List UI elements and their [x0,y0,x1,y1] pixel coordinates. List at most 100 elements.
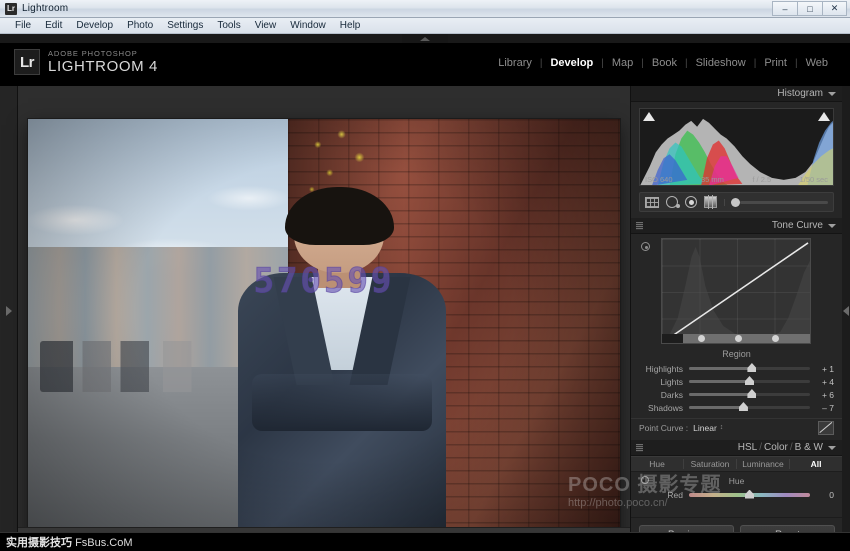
identity-plate[interactable]: Lr ADOBE PHOTOSHOP LIGHTROOM 4 [14,49,158,75]
slider-label: Highlights [639,364,689,374]
identity-text: ADOBE PHOTOSHOP LIGHTROOM 4 [48,50,158,75]
region-split-midtones[interactable] [735,335,742,342]
slider-track[interactable] [689,367,810,370]
tone-curve-line[interactable] [662,239,810,344]
slider-knob[interactable] [745,490,754,499]
statusbar-text: 实用摄影技巧 FsBus.CoM [0,534,139,550]
histogram-metadata: ISO 640 35 mm f / 2.5 1/50 sec [640,175,833,184]
slider-hue-red[interactable]: Red 0 [631,488,842,501]
edit-point-curve-button[interactable] [818,421,834,435]
slider-knob[interactable] [747,363,756,372]
identity-superline: ADOBE PHOTOSHOP [48,50,158,58]
slider-track[interactable] [689,393,810,396]
module-library[interactable]: Library [490,57,540,69]
right-panel-toggle[interactable] [842,86,850,551]
slider-fill [689,367,752,370]
slider-value: – 7 [810,403,834,413]
window-titlebar: Lr Lightroom – □ ✕ [0,0,850,18]
chevron-down-icon[interactable] [828,446,836,450]
photo-vignette [28,119,620,546]
tab-saturation[interactable]: Saturation [683,459,736,469]
spot-removal-tool[interactable] [666,196,678,208]
left-panel-toggle[interactable] [0,86,18,551]
hsl-tab-bar: Hue Saturation Luminance All [631,456,842,472]
slider-shadows[interactable]: Shadows – 7 [631,401,842,414]
slider-track[interactable] [689,406,810,409]
maximize-icon[interactable]: □ [797,1,822,16]
targeted-adjustment-icon[interactable] [641,476,649,484]
hsl-label[interactable]: HSL [738,442,757,453]
point-curve-value[interactable]: Linear [693,423,717,433]
slider-track[interactable] [689,493,810,497]
menu-item-edit[interactable]: Edit [38,19,69,33]
title-separator: / [788,442,795,453]
chevron-down-icon[interactable] [828,224,836,228]
point-curve-row[interactable]: Point Curve : Linear ↕ [631,418,842,436]
adjustment-brush-tool[interactable] [724,199,828,206]
photo-preview[interactable]: 570599 [28,119,620,546]
crop-grid-icon [645,197,659,208]
chevron-up-icon [420,37,430,41]
slider-lights[interactable]: Lights + 4 [631,375,842,388]
region-split-shadows[interactable] [698,335,705,342]
close-icon[interactable]: ✕ [822,1,847,16]
hsl-panel-header[interactable]: HSL/Color/B & W [631,440,842,456]
module-book[interactable]: Book [644,57,685,69]
slider-knob[interactable] [745,376,754,385]
menu-item-file[interactable]: File [8,19,38,33]
color-label[interactable]: Color [764,442,788,453]
point-curve-chevron-icon[interactable]: ↕ [720,424,724,431]
module-picker: Library | Develop | Map | Book | Slidesh… [490,57,836,69]
module-map[interactable]: Map [604,57,641,69]
histogram-panel-header[interactable]: Histogram [631,86,842,102]
shadow-clipping-indicator-icon[interactable] [643,112,655,121]
identity-title: LIGHTROOM 4 [48,59,158,74]
slider-knob[interactable] [747,389,756,398]
module-slideshow[interactable]: Slideshow [688,57,754,69]
hsl-section-title: Hue [729,476,745,486]
menu-item-tools[interactable]: Tools [210,19,247,33]
tone-curve-graph[interactable] [661,238,811,344]
slider-knob[interactable] [739,402,748,411]
panel-switch-icon[interactable] [636,444,643,452]
panel-switch-icon[interactable] [636,222,643,230]
module-develop[interactable]: Develop [542,57,601,69]
menu-item-help[interactable]: Help [333,19,368,33]
tab-hue[interactable]: Hue [631,459,683,469]
graduated-filter-icon [704,196,717,208]
graduated-filter-tool[interactable] [704,196,717,208]
window-title: Lightroom [22,3,68,14]
slider-highlights[interactable]: Highlights + 1 [631,362,842,375]
menu-item-view[interactable]: View [248,19,284,33]
menu-item-settings[interactable]: Settings [160,19,210,33]
module-web[interactable]: Web [798,57,836,69]
slider-fill [689,380,750,383]
slider-value: + 1 [810,364,834,374]
targeted-adjustment-icon[interactable] [641,242,650,251]
crop-overlay-tool[interactable] [645,197,659,208]
chevron-down-icon[interactable] [828,92,836,96]
tone-curve-panel-header[interactable]: Tone Curve [631,218,842,234]
region-split-highlights[interactable] [772,335,779,342]
histogram-graph[interactable]: ISO 640 35 mm f / 2.5 1/50 sec [639,108,834,186]
red-eye-tool[interactable] [685,196,697,208]
histogram-panel-title: Histogram [777,88,823,99]
minimize-icon[interactable]: – [772,1,797,16]
metadata-iso: ISO 640 [645,175,673,184]
point-curve-label: Point Curve : [639,423,688,433]
slider-darks[interactable]: Darks + 6 [631,388,842,401]
menu-item-develop[interactable]: Develop [69,19,120,33]
title-separator: / [757,442,764,453]
brush-size-slider[interactable] [740,201,828,204]
hsl-section-label: Hue [631,472,842,488]
menu-item-window[interactable]: Window [283,19,333,33]
slider-value: 0 [810,490,834,500]
bw-label[interactable]: B & W [795,442,823,453]
menu-item-photo[interactable]: Photo [120,19,160,33]
top-panel-toggle[interactable] [402,34,448,43]
module-print[interactable]: Print [756,57,795,69]
highlight-clipping-indicator-icon[interactable] [818,112,830,121]
slider-track[interactable] [689,380,810,383]
tab-all[interactable]: All [789,459,842,469]
tab-luminance[interactable]: Luminance [736,459,789,469]
